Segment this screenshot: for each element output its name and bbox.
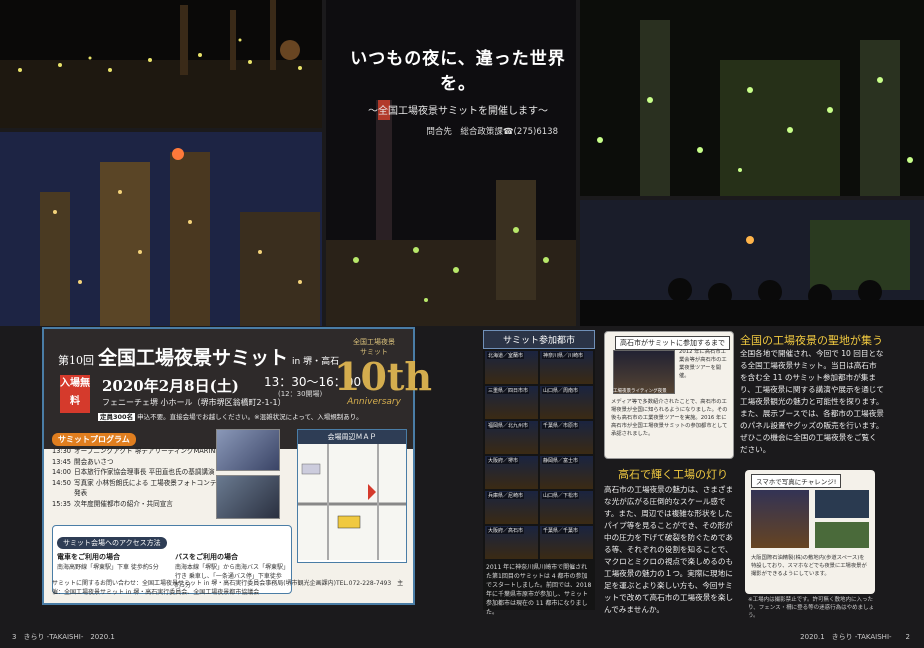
event-venue: フェニーチェ堺 小ホール（堺市堺区翁橋町2-1-1）	[102, 398, 286, 407]
program-time: 15:35	[52, 499, 72, 508]
city-label: 大阪府／堺市	[487, 457, 520, 464]
train-text: 南海高野線「堺東駅」下車 徒歩約5分	[57, 564, 159, 571]
cities-caption: 2011 年に神奈川県川崎市で開催された第1回目のサミットは 4 都市の参加でス…	[486, 564, 592, 616]
cities-grid: 北海道／室蘭市 神奈川県／川崎市 三重県／四日市市 山口県／周南市 福岡県／北九…	[483, 349, 595, 561]
city-label: 静岡県／富士市	[542, 457, 580, 464]
panel-photo-1	[751, 490, 809, 548]
program-time: 13:45	[52, 457, 72, 466]
anniversary-logo: 全国工場夜景 サミット 10th Anniversary	[334, 337, 433, 433]
program-time: 14:50	[52, 478, 72, 487]
program-heading: サミットプログラム	[52, 433, 136, 446]
headline-title: いつもの夜に、違った世界を。	[350, 49, 566, 94]
panel-box-text: 大阪国際石油精製(株)の敷地内(歩道スペース)を特設しており、スマホなどでも夜景…	[751, 555, 867, 577]
free-admission-badge: 入場無料	[60, 375, 90, 413]
city-label: 千葉県／千葉市	[542, 527, 580, 534]
city-photo: 神奈川県／川崎市	[540, 351, 593, 384]
panel-box-title: スマホで写真にチャレンジ!	[751, 474, 842, 488]
city-label: 福岡県／北九州市	[487, 422, 530, 429]
city-label: 山口県／周南市	[542, 387, 580, 394]
photo-factory-left	[0, 132, 322, 326]
map-drawing	[298, 444, 406, 560]
event-footer-note: サミットに関するお問い合わせ：全国工場夜景サミット in 堺・高石実行委員会事務…	[52, 580, 404, 596]
page-number-right: 2020.1 きらり -TAKAISHI- 2	[800, 633, 910, 641]
city-photo: 千葉県／千葉市	[540, 526, 593, 559]
headline-contact: 問合先 総合政策課☎(275)6138	[426, 127, 558, 137]
panel-photo-3	[815, 522, 869, 548]
factory-silhouette-2	[0, 132, 322, 326]
event-info-box: 第10回 全国工場夜景サミット in 堺・高石 入場無料 2020年2月8日(土…	[42, 327, 433, 605]
city-label: 山口県／下松市	[542, 492, 580, 499]
takaishi-history-box: 工場夜景ライティング夜景 高石市がサミットに参加するまで 2012 年に高石市工…	[604, 331, 734, 459]
headline-subtitle: ～全国工場夜景サミットを開催します～	[368, 106, 548, 117]
city-label: 千葉県／市原市	[542, 422, 580, 429]
cities-heading: サミット参加都市	[483, 330, 595, 349]
factory-silhouette-1	[0, 0, 322, 128]
program-time: 14:00	[52, 468, 72, 476]
city-photo: 三重県／四日市市	[485, 386, 538, 419]
train-title: 電車をご利用の場合	[57, 553, 120, 561]
city-photo: 大阪府／高石市	[485, 526, 538, 559]
city-photo: 山口県／下松市	[540, 491, 593, 524]
city-label: 北海道／室蘭市	[487, 352, 525, 359]
city-label: 大阪府／高石市	[487, 527, 525, 534]
takaishi-box-top-text: 2012 年に高石市工業会等が高石市の工業夜景ツアーを開催。	[679, 349, 727, 379]
program-text: オープニングアクト 堺テアリーディングMARINE	[74, 447, 220, 455]
section2-text: 高石市の工場夜景の魅力は、さまざまな光が広がる圧倒的なスケール感です。また、周辺…	[604, 485, 734, 614]
event-date: 2020年2月8日(土)	[102, 377, 239, 395]
city-photo: 静岡県／富士市	[540, 456, 593, 489]
city-photo: 山口県／周南市	[540, 386, 593, 419]
notice-text: 申込不要。直接会場でお越しください。※混雑状況によって、入場規制あり。	[137, 413, 363, 421]
section1-title: 全国の工場夜景の聖地が集う	[740, 334, 883, 347]
anniv-line1: 全国工場夜景	[353, 338, 395, 346]
program-text: 開会あいさつ	[74, 457, 114, 466]
photo-factory-right-people	[580, 200, 924, 326]
city-photo: 福岡県／北九州市	[485, 421, 538, 454]
factory-silhouette-5	[580, 200, 924, 326]
map-heading: 会場周辺ＭＡＰ	[298, 430, 406, 444]
participating-cities: サミット参加都市 北海道／室蘭市 神奈川県／川崎市 三重県／四日市市 山口県／周…	[483, 330, 595, 616]
section1-text: 全国各地で開催され、今回で 10 回目となる全国工場夜景サミット。当日は高石市を…	[740, 349, 884, 454]
city-label: 三重県／四日市市	[487, 387, 530, 394]
panel-photo-2	[815, 490, 869, 518]
capacity-label: 定員300名	[98, 413, 136, 421]
panel-caption: ※工場内は撮影禁止です。許可無く敷地内に入ったり、フェンス・柵に登る等の迷惑行為…	[748, 597, 875, 619]
city-photo: 大阪府／堺市	[485, 456, 538, 489]
feature-headline: いつもの夜に、違った世界を。 ～全国工場夜景サミットを開催します～ 問合先 総合…	[338, 44, 578, 137]
program-text: 日本旅行作家協会理事長 平田直也氏の基調講演	[74, 468, 215, 476]
photo-factory-topright	[580, 0, 924, 196]
speaker-photo-2	[216, 475, 280, 519]
smartphone-photo-box: スマホで写真にチャレンジ! 大阪国際石油精製(株)の敷地内(歩道スペース)を特設…	[745, 470, 875, 594]
bus-title: バスをご利用の場合	[175, 553, 238, 561]
photo-factory-topleft	[0, 0, 322, 128]
program-time: 13:30	[52, 447, 72, 455]
city-photo: 千葉県／市原市	[540, 421, 593, 454]
anniv-number: 10th	[334, 354, 433, 399]
factory-silhouette-4	[580, 0, 924, 196]
city-label: 神奈川県／川崎市	[542, 352, 585, 359]
event-title: 全国工場夜景サミット	[98, 347, 289, 369]
event-title-sub: in 堺・高石	[292, 357, 340, 367]
program-text: 次年度開催都市の紹介・共同宣言	[74, 499, 173, 508]
takaishi-photo-caption: 工場夜景ライティング夜景	[613, 389, 667, 394]
city-photo: 兵庫県／尼崎市	[485, 491, 538, 524]
city-photo: 北海道／室蘭市	[485, 351, 538, 384]
venue-map: 会場周辺ＭＡＰ	[297, 429, 407, 563]
city-label: 兵庫県／尼崎市	[487, 492, 525, 499]
takaishi-box-bottom-text: メディア等で多数紹介されたことで、高石市の工場夜景が全国に知られるようになりまし…	[611, 399, 728, 437]
event-notice: 定員300名 申込不要。直接会場でお越しください。※混雑状況によって、入場規制あ…	[98, 411, 363, 421]
page-number-left: 3 きらり -TAKAISHI- 2020.1	[12, 633, 115, 641]
event-edition: 第10回	[58, 354, 94, 367]
speaker-photo-1	[216, 429, 280, 471]
event-title-row: 第10回 全国工場夜景サミット in 堺・高石	[58, 343, 339, 370]
access-heading: サミット会場へのアクセス方法	[57, 537, 167, 549]
section2-title: 高石で輝く工場の灯り	[618, 468, 728, 481]
